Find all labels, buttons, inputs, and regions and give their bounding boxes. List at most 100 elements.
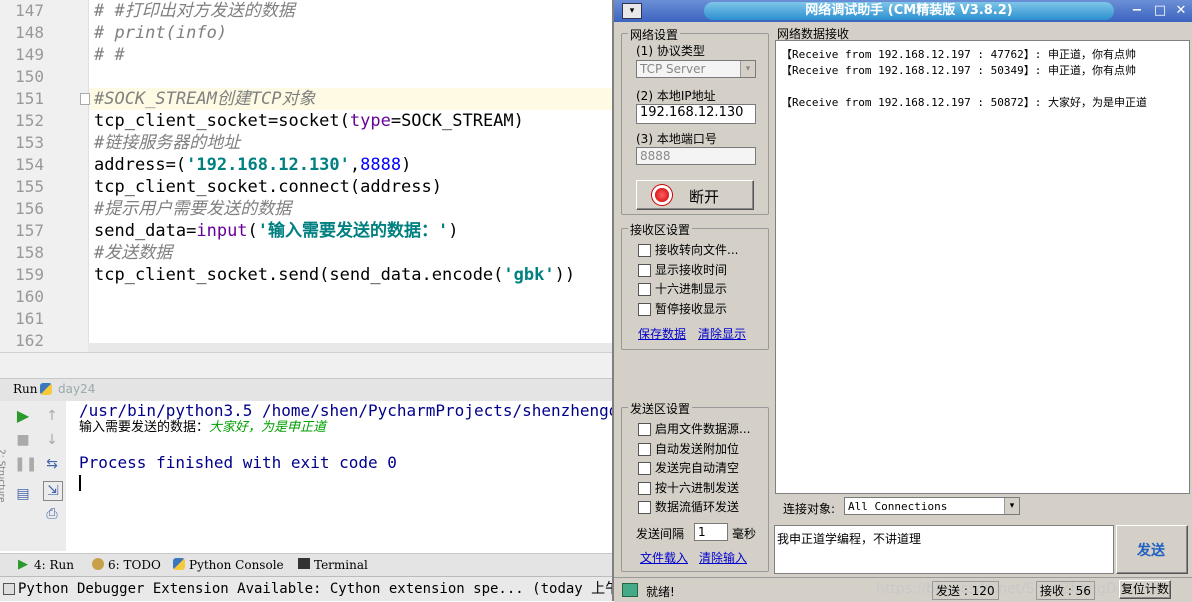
code-token: , [349,155,361,175]
interval-input[interactable]: 1 [694,523,728,541]
console-user-input: 大家好，为是申正道 [209,420,327,435]
line-number: 150 [15,67,44,86]
send-text-area[interactable]: 我申正道学编程，不讲道理 [774,525,1114,574]
line-number: 159 [15,265,44,284]
down-arrow-icon[interactable]: ↓ [43,431,61,449]
recv-line: 【Receive from 192.168.12.197 : 47762】: 申… [781,48,1137,61]
run-console[interactable]: /usr/bin/python3.5 /home/shen/PycharmPro… [66,401,612,551]
option-checkbox[interactable] [638,481,651,495]
minimize-icon[interactable]: − [1126,2,1148,20]
scroll-end-icon[interactable]: ⇲ [43,481,63,501]
connection-target-select[interactable]: All Connections ▾ [844,497,1020,515]
run-config-name: day24 [58,382,96,396]
code-line: # # [94,45,125,65]
disconnect-button[interactable]: 断开 [636,180,754,210]
structure-side-tab[interactable]: 2: Structure [0,431,10,521]
chevron-down-icon[interactable]: ▾ [1004,498,1019,514]
option-checkbox[interactable] [638,263,651,277]
send-button[interactable]: 发送 [1116,525,1188,574]
option-checkbox[interactable] [638,442,651,456]
stop-icon[interactable]: ■ [14,431,32,449]
bottom-tab-run[interactable]: 4: Run [34,557,74,573]
code-line: #SOCK_STREAM创建TCP对象 [94,89,316,109]
code-token: ) [448,221,459,241]
option-checkbox[interactable] [638,462,651,475]
line-number: 149 [15,45,44,64]
app-menu-icon[interactable]: ▾ [622,3,642,19]
option-label: 显示接收时间 [655,262,728,277]
status-ready: 就绪! [646,585,675,599]
send-button-label: 发送 [1137,543,1165,559]
maximize-icon[interactable]: □ [1149,2,1171,20]
line-number: 156 [15,199,44,218]
code-line: address=('192.168.12.130',8888) [94,154,411,176]
line-number: 160 [15,287,44,306]
fold-marker-icon[interactable] [80,93,90,105]
wrap-icon[interactable]: ⇆ [43,455,61,473]
editor-divider [0,352,612,379]
option-checkbox[interactable] [638,244,651,257]
chevron-down-icon[interactable]: ▾ [740,61,755,77]
code-token: tcp_client_socket.send(send_data.encode( [94,265,504,285]
line-number: 147 [15,1,44,20]
option-checkbox[interactable] [638,302,651,316]
option-label: 自动发送附加位 [655,441,740,456]
clear-input-link[interactable]: 清除输入 [699,549,747,566]
line-number: 148 [15,23,44,42]
close-icon[interactable]: ✕ [1170,2,1192,20]
protocol-value: TCP Server [640,62,706,76]
title-bar: ▾ 网络调试助手 (CM精装版 V3.8.2) − □ ✕ [614,0,1192,22]
bottom-tab-python-console[interactable]: Python Console [189,557,284,573]
code-line: tcp_client_socket.connect(address) [94,177,442,197]
option-checkbox[interactable] [638,283,651,296]
bottom-tab-todo[interactable]: 6: TODO [108,557,161,573]
code-token: tcp_client_socket=socket( [94,111,350,131]
option-label: 按十六进制发送 [655,480,740,495]
recv-count: 接收 : 56 [1036,581,1095,600]
local-ip-field[interactable]: 192.168.12.130 [636,104,756,124]
up-arrow-icon[interactable]: ↑ [43,407,61,425]
send-count: 发送 : 120 [932,581,999,600]
rerun-icon[interactable]: ▶ [14,407,32,425]
disconnect-label: 断开 [689,188,720,206]
reset-count-button[interactable]: 复位计数 [1119,580,1171,599]
line-number: 161 [15,309,44,328]
option-checkbox[interactable] [638,501,651,514]
recv-line: 【Receive from 192.168.12.197 : 50872】: 大… [781,96,1148,109]
editor-horizontal-scrollbar[interactable] [88,343,612,352]
option-checkbox[interactable] [638,423,651,436]
file-load-link[interactable]: 文件载入 [640,549,688,566]
tool-status-bar: 就绪! https://blog.csdn.net/ShenZhengDao 发… [614,577,1192,602]
code-token: '192.168.12.130' [186,155,350,175]
save-data-link[interactable]: 保存数据 [638,325,686,342]
ide-window: 147 148 149 150 151 152 153 154 155 156 157 158 159 1… [0,0,612,601]
line-number-gutter: 147 148 149 150 151 152 153 154 155 156 157 158 159 1… [0,0,89,352]
code-token: '输入需要发送的数据：' [257,221,449,241]
line-number: 158 [15,243,44,262]
code-token: type [349,111,391,131]
option-label: 启用文件数据源... [655,422,751,436]
console-finish-message: Process finished with exit code 0 [79,453,397,472]
local-port-field[interactable]: 8888 [636,147,756,165]
recv-data-area[interactable]: 【Receive from 192.168.12.197 : 47762】: 申… [775,40,1190,494]
bottom-tab-terminal[interactable]: Terminal [314,557,368,573]
connection-target-label: 连接对象: [783,502,836,516]
code-line: #发送数据 [94,243,173,263]
ready-icon [622,583,638,597]
protocol-label: (1) 协议类型 [636,44,705,58]
clear-display-link[interactable]: 清除显示 [698,325,746,342]
code-line: # #打印出对方发送的数据 [94,1,295,21]
run-tab-icon: ▶ [18,557,28,572]
send-settings-title: 发送区设置 [628,400,693,417]
net-settings-title: 网络设置 [628,26,681,43]
connection-target-value: All Connections [848,500,948,513]
pause-icon[interactable]: ❚❚ [14,455,37,473]
run-tab-label: Run [13,382,38,396]
print-icon[interactable]: ⎙ [43,505,61,523]
interval-unit: 毫秒 [732,527,757,541]
protocol-select[interactable]: TCP Server ▾ [636,60,756,78]
option-label: 十六进制显示 [655,282,728,296]
layout-icon[interactable]: ▤ [14,485,32,503]
status-toggle-icon[interactable] [3,583,15,595]
code-token: =SOCK_STREAM) [390,111,524,131]
